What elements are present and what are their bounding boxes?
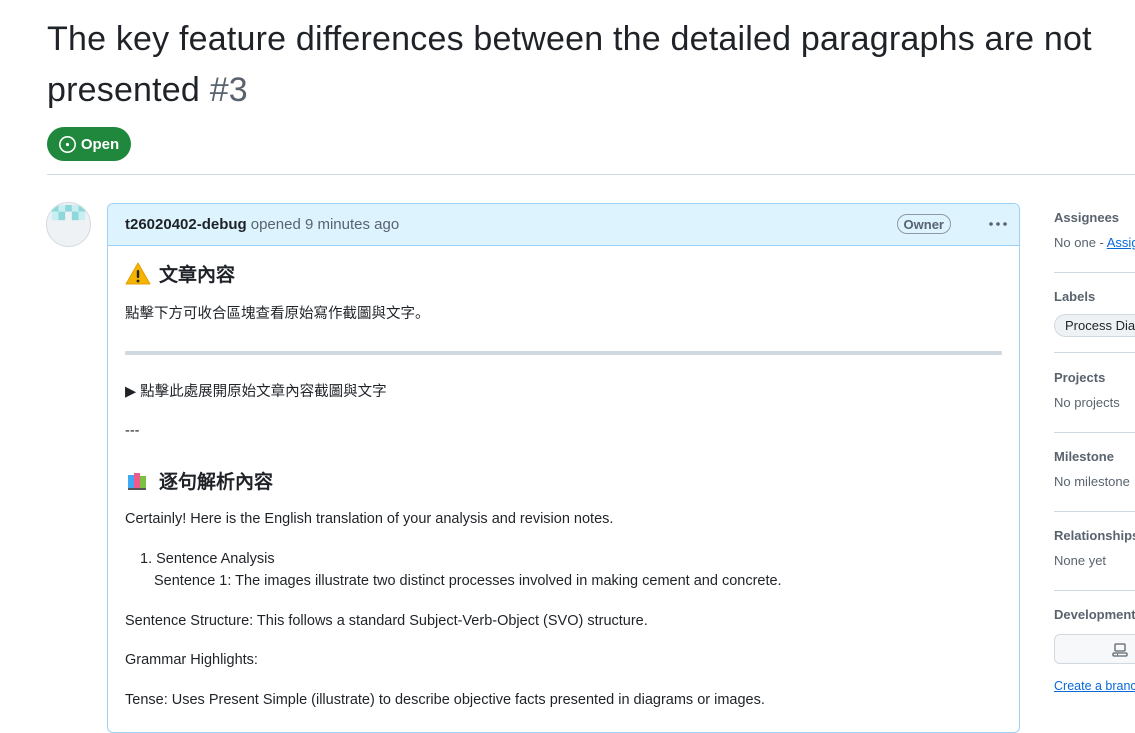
issue-number: #3 <box>209 71 248 109</box>
identicon-avatar <box>47 203 90 246</box>
sidebar-projects: Projects No projects <box>1054 370 1135 410</box>
issue-title: The key feature differences between the … <box>47 14 1127 116</box>
label-pill[interactable]: Process Diagram <box>1054 314 1135 337</box>
sidebar-development: Development Create a branch <box>1054 607 1135 693</box>
sidebar-relationships-heading[interactable]: Relationships <box>1054 528 1135 543</box>
laptop-icon <box>1112 643 1128 657</box>
horizontal-rule <box>125 351 1002 355</box>
author-avatar[interactable] <box>46 202 91 247</box>
sidebar-divider <box>1054 432 1135 433</box>
issue-body-comment: t26020402-debug opened 9 minutes ago Own… <box>107 203 1020 733</box>
heading-sentence-analysis: 逐句解析內容 <box>125 467 1002 494</box>
heading-article-content: 文章內容 <box>125 260 1002 287</box>
heading-article-content-text: 文章內容 <box>159 265 236 286</box>
intro-paragraph: 點擊下方可收合區塊查看原始寫作截圖與文字。 <box>125 306 430 322</box>
sidebar-assignees-heading[interactable]: Assignees <box>1054 210 1135 225</box>
heading-sentence-analysis-text: 逐句解析內容 <box>159 472 274 493</box>
comment-options-button[interactable] <box>988 215 1008 233</box>
sidebar-assignees: Assignees No one - Assign yourself <box>1054 210 1135 250</box>
sidebar-divider <box>1054 352 1135 353</box>
sidebar-milestone-heading[interactable]: Milestone <box>1054 449 1135 464</box>
comment-header: t26020402-debug opened 9 minutes ago Own… <box>108 204 1019 246</box>
issue-state-label: Open <box>80 135 120 153</box>
sidebar-projects-heading[interactable]: Projects <box>1054 370 1135 385</box>
issue-opened-icon <box>58 135 76 153</box>
separator-text: --- <box>125 423 140 439</box>
tense-note: Tense: Uses Present Simple (illustrate) … <box>125 692 765 708</box>
sidebar-milestone: Milestone No milestone <box>1054 449 1135 489</box>
sentence-1-text: Sentence 1: The images illustrate two di… <box>154 573 782 589</box>
sidebar-projects-value: No projects <box>1054 395 1120 410</box>
issue-title-text: The key feature differences between the … <box>47 20 1092 109</box>
development-button[interactable] <box>1054 634 1135 664</box>
sidebar-assignees-none: No one - <box>1054 235 1107 250</box>
sidebar-divider <box>1054 272 1135 273</box>
owner-badge: Owner <box>896 214 951 234</box>
issue-sidebar: Assignees No one - Assign yourself Label… <box>1054 200 1135 710</box>
sidebar-relationships: Relationships None yet <box>1054 528 1135 568</box>
details-summary[interactable]: ▶ 點擊此處展開原始文章內容截圖與文字 <box>125 381 1002 403</box>
sidebar-labels: Labels Process Diagram <box>1054 289 1135 337</box>
sentence-structure: Sentence Structure: This follows a stand… <box>125 613 648 629</box>
sidebar-divider <box>1054 511 1135 512</box>
kebab-horizontal-icon <box>989 222 1007 226</box>
assign-yourself-link[interactable]: Assign yourself <box>1107 235 1135 250</box>
grammar-highlights: Grammar Highlights: <box>125 652 258 668</box>
sidebar-development-heading[interactable]: Development <box>1054 607 1135 622</box>
warning-icon <box>125 262 151 284</box>
ordered-list-item: 1. Sentence Analysis <box>140 551 275 567</box>
sidebar-relationships-value: None yet <box>1054 553 1107 568</box>
create-branch-link[interactable]: Create a branch <box>1054 679 1135 693</box>
header-divider <box>47 174 1135 175</box>
comment-author[interactable]: t26020402-debug <box>125 216 247 233</box>
translation-intro: Certainly! Here is the English translati… <box>125 511 614 527</box>
sidebar-labels-heading[interactable]: Labels <box>1054 289 1135 304</box>
books-icon <box>128 472 146 490</box>
comment-timestamp[interactable]: opened 9 minutes ago <box>251 216 399 233</box>
sidebar-assignees-value: No one - Assign yourself <box>1054 235 1135 250</box>
sidebar-milestone-value: No milestone <box>1054 474 1130 489</box>
sidebar-divider <box>1054 590 1135 591</box>
issue-state-badge: Open <box>47 127 131 161</box>
